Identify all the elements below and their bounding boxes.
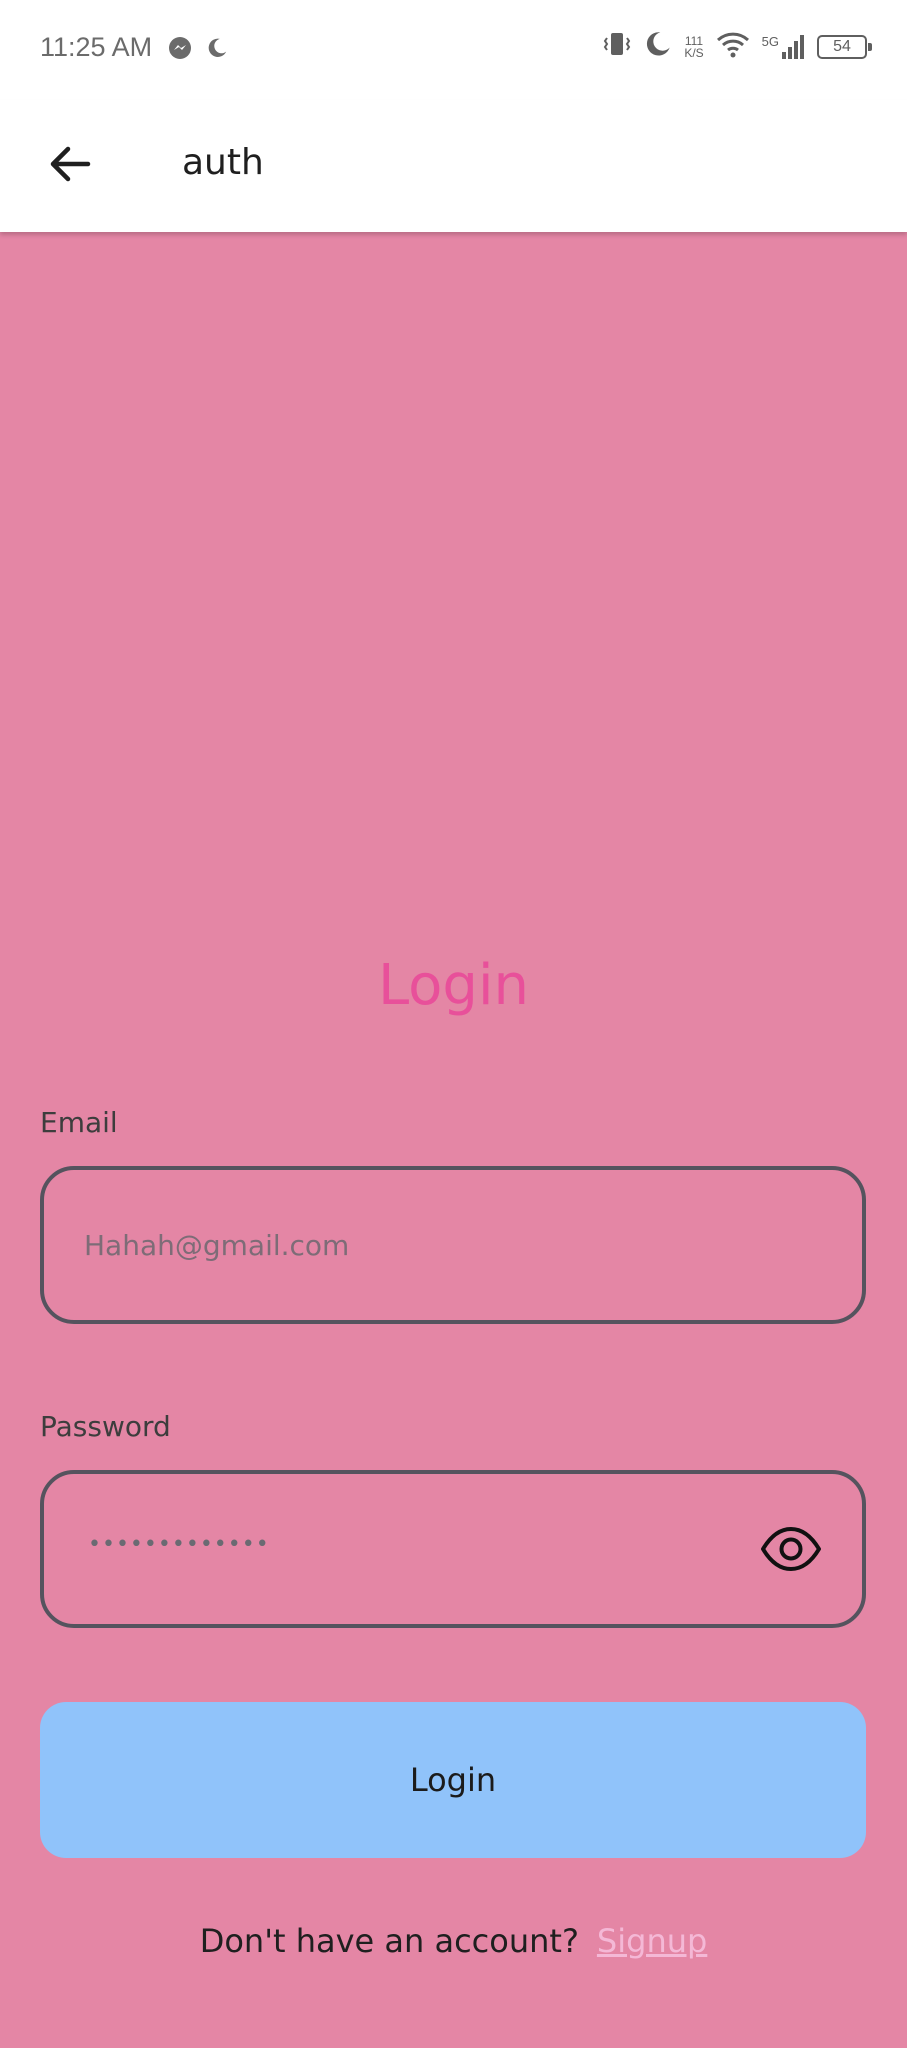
password-field-container: ••••••••••••• <box>40 1470 866 1628</box>
password-input[interactable]: ••••••••••••• <box>88 1532 270 1557</box>
signal-label: 5G <box>761 33 779 49</box>
status-left-icons <box>168 36 228 65</box>
vibrate-icon <box>602 30 632 63</box>
back-arrow-icon[interactable] <box>44 138 96 190</box>
app-bar: auth <box>0 100 907 232</box>
cellular-signal-icon: 5G <box>762 34 805 60</box>
email-label: Email <box>40 1106 118 1139</box>
login-button[interactable]: Login <box>40 1702 866 1858</box>
network-speed-value: 111 <box>684 33 704 48</box>
do-not-disturb-moon-icon <box>644 30 672 63</box>
moon-icon <box>206 37 228 64</box>
status-right-icons: 111 K/S 5G 54 <box>602 30 872 63</box>
email-field-container <box>40 1166 866 1324</box>
status-time: 11:25 AM <box>40 32 153 62</box>
password-label: Password <box>40 1410 171 1443</box>
signup-row: Don't have an account? Signup <box>0 1922 907 1960</box>
app-bar-title: auth <box>182 142 264 183</box>
battery-indicator: 54 <box>817 34 872 59</box>
email-input[interactable] <box>84 1170 764 1320</box>
login-heading: Login <box>377 953 530 1018</box>
messenger-icon <box>168 36 192 65</box>
wifi-icon <box>716 30 750 63</box>
network-speed-unit: K/S <box>684 45 704 60</box>
signup-link[interactable]: Signup <box>597 1922 707 1960</box>
network-speed: 111 K/S <box>684 35 703 59</box>
show-password-eye-icon[interactable] <box>760 1524 822 1574</box>
status-bar: 11:25 AM 111 K/S 5G 54 <box>0 0 907 100</box>
signup-prompt: Don't have an account? <box>199 1922 579 1960</box>
battery-level: 54 <box>833 37 851 55</box>
